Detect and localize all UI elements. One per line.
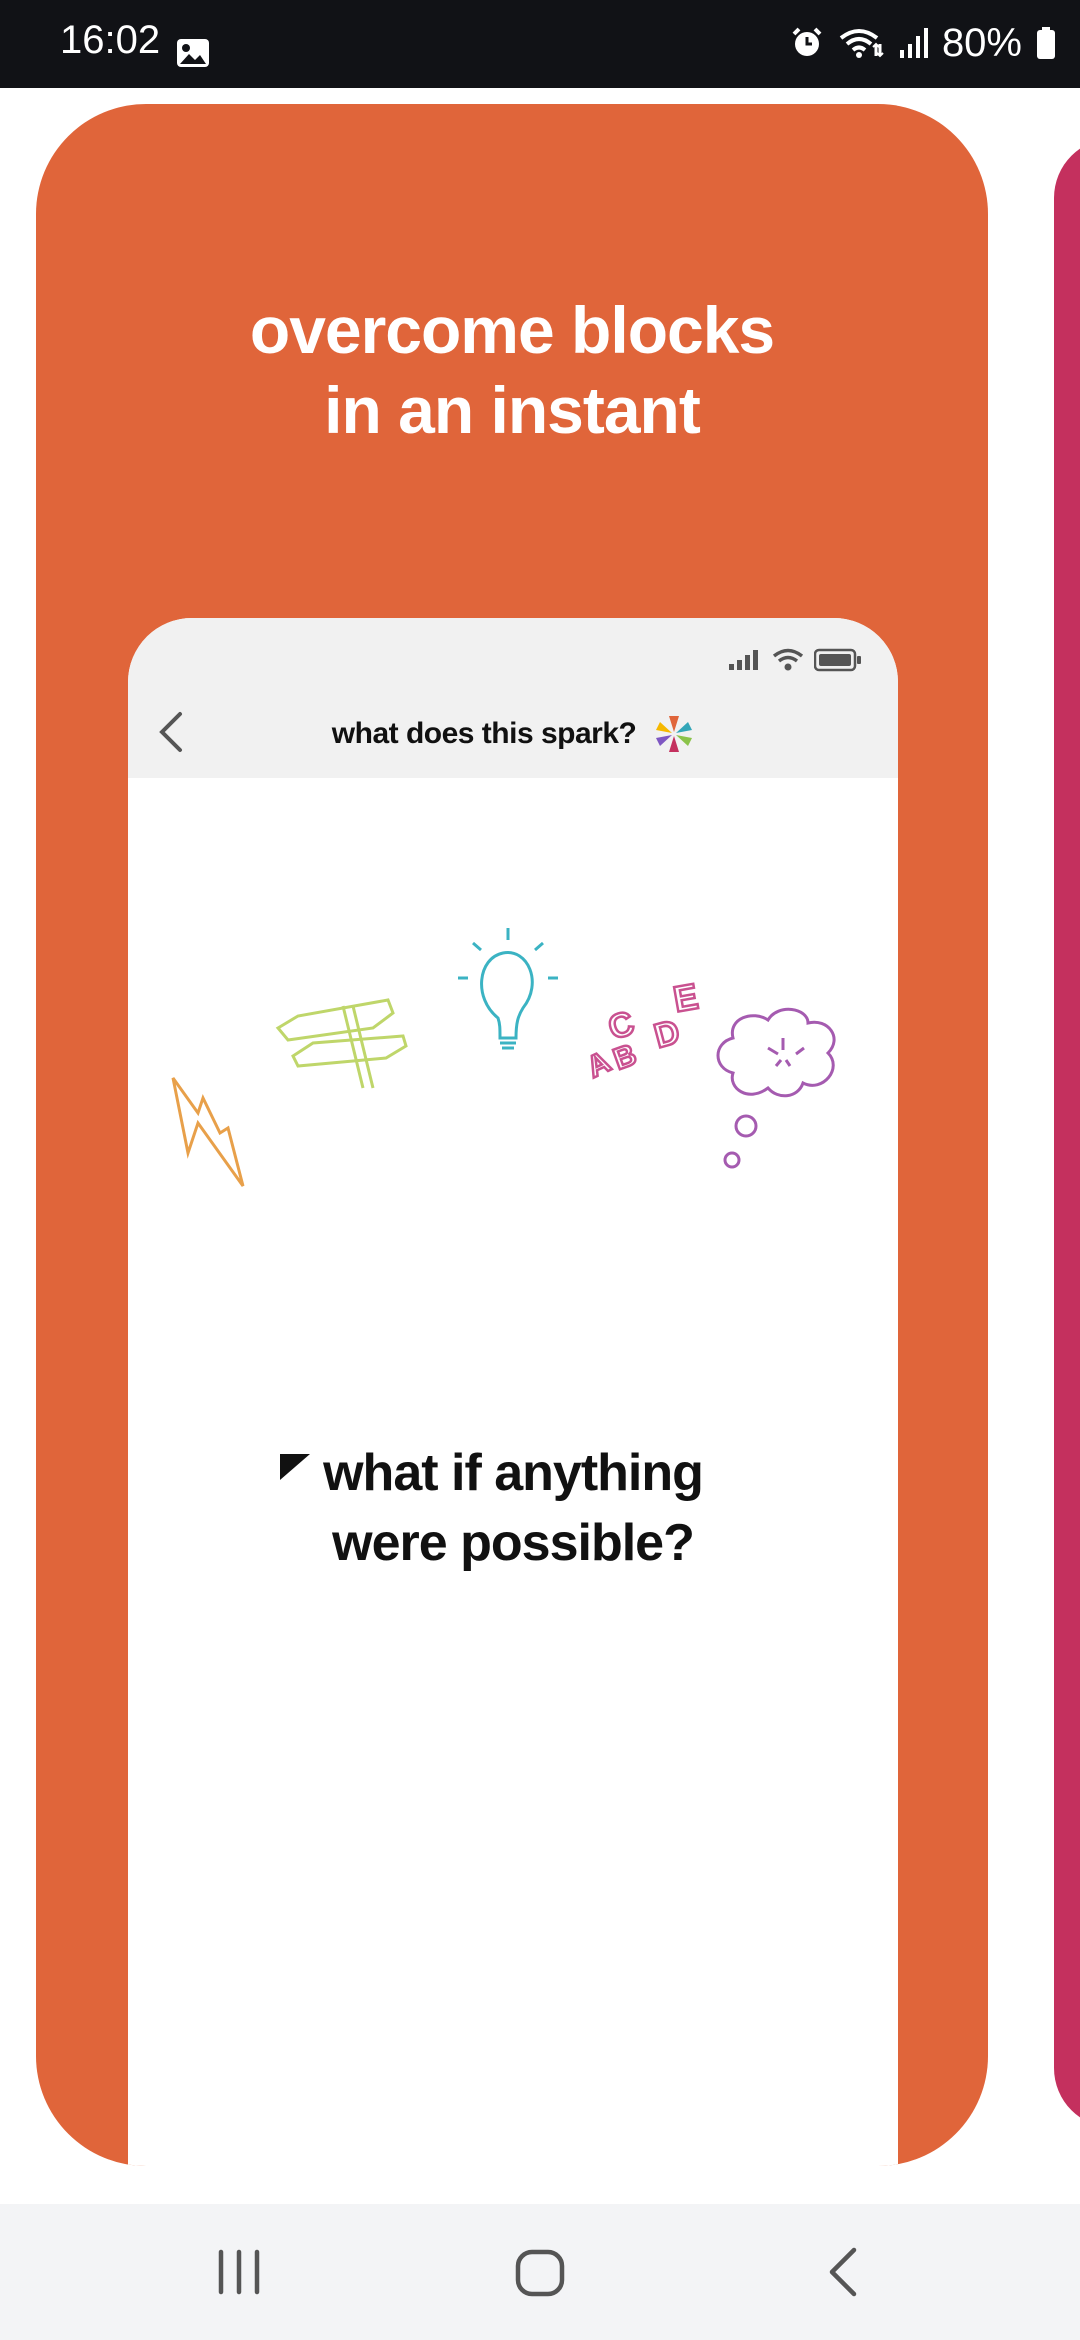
signal-icon (899, 28, 928, 58)
onboarding-carousel[interactable]: overcome blocks in an instant what does … (0, 88, 1080, 2204)
navigation-bar (0, 2204, 1080, 2340)
question-line-2: were possible? (332, 1514, 695, 1572)
headline-line-1: overcome blocks (249, 293, 775, 367)
status-time: 16:02 (60, 18, 161, 62)
svg-text:E: E (670, 975, 701, 1020)
thought-bubble-icon (716, 1007, 836, 1169)
image-icon (177, 39, 209, 67)
question-line-1: what if anything (323, 1444, 704, 1502)
mockup-status-icons (728, 648, 862, 672)
battery-percent: 80% (941, 20, 1022, 65)
signpost-icon (275, 998, 408, 1089)
card-headline: overcome blocks in an instant (36, 290, 988, 450)
lightning-icon (171, 1077, 245, 1187)
next-card-peek[interactable] (1054, 138, 1080, 2128)
battery-icon (1037, 27, 1055, 59)
svg-text:C: C (604, 1004, 639, 1048)
recent-apps-button[interactable] (214, 2244, 264, 2300)
wifi-icon (839, 29, 884, 58)
mockup-header: what does this spark? (128, 618, 898, 778)
headline-line-2: in an instant (324, 373, 701, 447)
status-icons: 80% (790, 18, 1056, 68)
alarm-icon (792, 27, 822, 56)
home-button[interactable] (514, 2244, 566, 2300)
mockup-battery-icon (814, 648, 861, 672)
mockup-signal-icon (729, 650, 758, 670)
illustrations: A B C D E (171, 928, 836, 1187)
lightbulb-icon (458, 928, 558, 1050)
onboarding-card[interactable]: overcome blocks in an instant what does … (36, 104, 988, 2166)
mockup-title-text: what does this spark? (331, 717, 637, 750)
phone-mockup: what does this spark? A B C D E what if … (128, 618, 898, 2166)
back-button[interactable] (822, 2244, 866, 2300)
mockup-title: what does this spark? (128, 714, 898, 754)
spark-icon (656, 716, 693, 752)
mockup-wifi-icon (772, 648, 804, 671)
prompt-question: what if anything were possible? (128, 1438, 898, 1578)
status-bar: 16:02 80% (0, 0, 1080, 88)
letters-icon: A B C D E (581, 974, 703, 1086)
